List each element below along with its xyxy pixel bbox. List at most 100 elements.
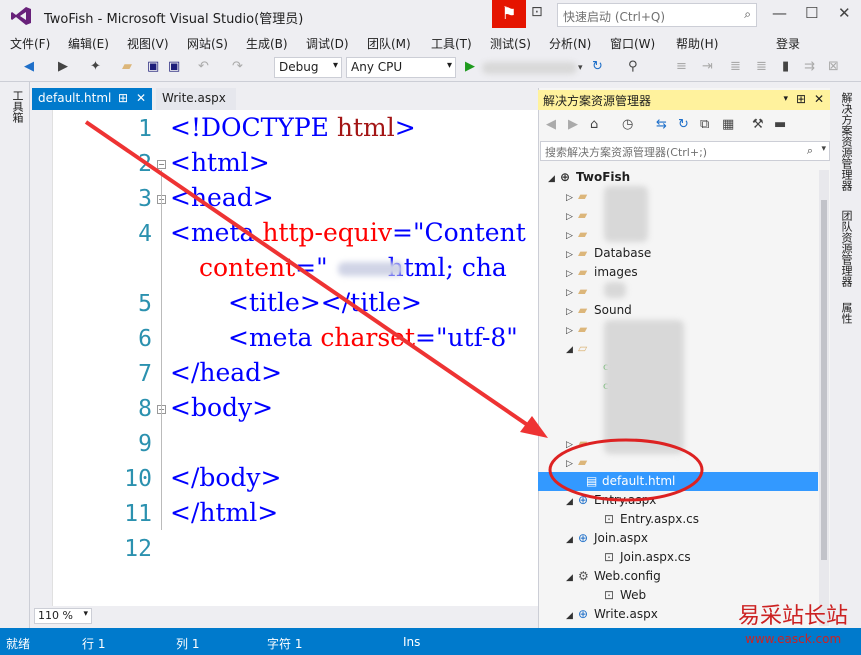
chevron-down-icon: ▾ [332,60,338,71]
solution-node[interactable]: ◢ ⊕ TwoFish [548,168,630,187]
menu-edit[interactable]: 编辑(E) [68,35,109,52]
undo-icon[interactable]: ↶ [198,59,209,74]
tree-folder-database[interactable]: ▷ ▰ Database [566,244,651,263]
config-select[interactable]: Debug ▾ [274,57,342,78]
menu-website[interactable]: 网站(S) [187,35,228,52]
clear-bookmarks-icon[interactable]: ⊠ [828,59,839,74]
tab-team-explorer[interactable]: 团队资源管理器 [838,210,854,287]
menu-tools[interactable]: 工具(T) [431,35,472,52]
forward-icon[interactable]: ▶ [568,117,578,132]
close-button[interactable]: ✕ [838,4,851,22]
tree-file-write-aspx[interactable]: ◢ ⊕ Write.aspx [566,605,658,624]
code-token: =" [295,253,328,282]
wrench-icon[interactable]: ⚒ [752,117,764,132]
save-all-icon[interactable]: ▣ [168,59,180,74]
pin-icon[interactable]: ⊞ [796,92,806,106]
chevron-down-icon[interactable]: ▾ [783,94,788,104]
tree-file-join-cs[interactable]: ⊡ Join.aspx.cs [604,548,691,567]
tree-folder-images[interactable]: ▷ ▰ images [566,263,638,282]
preview-icon[interactable]: ▬ [774,117,786,132]
history-icon[interactable]: ◷ [622,117,633,132]
code-token: > [394,113,416,142]
refresh-icon[interactable]: ↻ [592,59,603,74]
pin-icon[interactable]: ⊞ [118,91,128,105]
tab-write-aspx[interactable]: Write.aspx [156,88,236,110]
tree-folder[interactable]: ▷ ▰ [566,225,594,244]
tree-folder[interactable]: ◢ ▱ [566,339,594,358]
toolbox-tab[interactable]: 工具箱 [9,90,25,123]
tab-properties[interactable]: 属性 [838,302,854,324]
forward-icon[interactable]: ▶ [58,59,68,74]
menu-debug[interactable]: 调试(D) [306,35,349,52]
show-all-icon[interactable]: ▦ [722,117,734,132]
uncomment-icon[interactable]: ≣ [756,59,767,74]
home-icon[interactable]: ⌂ [590,117,598,132]
chevron-down-icon[interactable]: ▾ [578,63,583,73]
scrollbar-thumb[interactable] [821,200,827,560]
node-label: TwoFish [576,170,631,184]
maximize-button[interactable]: ☐ [805,4,818,22]
back-icon[interactable]: ◀ [546,117,556,132]
tree-folder[interactable]: ▷ ▰ [566,434,594,453]
redo-icon[interactable]: ↷ [232,59,243,74]
menu-analyze[interactable]: 分析(N) [549,35,591,52]
solution-search-input[interactable]: 搜索解决方案资源管理器(Ctrl+;) ⌕ ▾ [540,141,830,161]
tree-file-entry-cs[interactable]: ⊡ Entry.aspx.cs [604,510,699,529]
code-token: html; cha [387,253,507,282]
back-icon[interactable]: ◀ [24,59,34,74]
folder-icon: ▰ [578,284,588,298]
platform-select[interactable]: Any CPU ▾ [346,57,456,78]
scrollbar-track[interactable] [819,170,829,626]
login-link[interactable]: 登录 [776,35,800,52]
feedback-flag-icon[interactable]: ⚑ [492,0,526,28]
minimize-button[interactable]: — [772,4,787,22]
tab-default-html[interactable]: default.html ⊞ ✕ [32,88,152,110]
globe-icon: ⊕ [560,170,571,184]
refresh-icon[interactable]: ↻ [678,117,689,132]
tree-folder[interactable]: ▷ ▰ [566,453,594,472]
menu-team[interactable]: 团队(M) [367,35,411,52]
status-char: 字符 1 [267,637,303,651]
fold-toggle[interactable]: − [157,160,166,169]
save-icon[interactable]: ▣ [147,59,159,74]
tab-solution-explorer[interactable]: 解决方案资源管理器 [838,92,854,191]
menu-window[interactable]: 窗口(W) [610,35,655,52]
tree-file-web[interactable]: ⊡ Web [604,586,646,605]
tree-folder-sound[interactable]: ▷ ▰ Sound [566,301,632,320]
tree-folder[interactable]: ▷ ▰ [566,282,594,301]
menu-build[interactable]: 生成(B) [246,35,288,52]
close-icon[interactable]: ✕ [814,92,824,106]
start-debug-icon[interactable]: ▶ [465,59,475,74]
next-bookmark-icon[interactable]: ⇉ [804,59,815,74]
menu-help[interactable]: 帮助(H) [676,35,718,52]
code-token: http-equiv [262,218,393,247]
menu-test[interactable]: 测试(S) [490,35,531,52]
code-token: content [199,253,296,282]
find-icon[interactable]: ⚲ [628,59,638,74]
tree-file-web-config[interactable]: ◢ ⚙ Web.config [566,567,661,586]
folder-icon: ▰ [578,265,588,279]
menu-view[interactable]: 视图(V) [127,35,169,52]
new-project-icon[interactable]: ✦ [90,59,101,74]
open-folder-icon[interactable]: ▰ [122,59,132,74]
code-line-6: <meta charset="utf-8" [228,323,518,352]
tree-folder[interactable]: ▷ ▰ [566,206,594,225]
collapse-icon[interactable]: ⧉ [700,117,709,132]
tree-file-join-aspx[interactable]: ◢ ⊕ Join.aspx [566,529,648,548]
sync-icon[interactable]: ⇆ [656,117,667,132]
quick-launch-input[interactable]: 快速启动 (Ctrl+Q) ⌕ [557,3,757,27]
indent-icon[interactable]: ⇥ [702,59,713,74]
comment-icon[interactable]: ≣ [730,59,741,74]
close-icon[interactable]: ✕ [136,91,146,105]
bookmark-icon[interactable]: ▮ [782,59,789,74]
tree-folder[interactable]: ▷ ▰ [566,320,594,339]
tree-file-entry-aspx[interactable]: ◢ ⊕ Entry.aspx [566,491,656,510]
menu-file[interactable]: 文件(F) [10,35,50,52]
line-number: 8 [138,396,152,422]
quick-launch-placeholder: 快速启动 (Ctrl+Q) [563,10,666,24]
zoom-select[interactable]: 110 % ▾ [34,608,92,624]
tree-file-default-html[interactable]: ▤ default.html [538,472,818,491]
format-icon[interactable]: ≡ [676,59,687,74]
tree-folder[interactable]: ▷ ▰ [566,187,594,206]
notification-icon[interactable]: ⊡ [531,4,543,20]
